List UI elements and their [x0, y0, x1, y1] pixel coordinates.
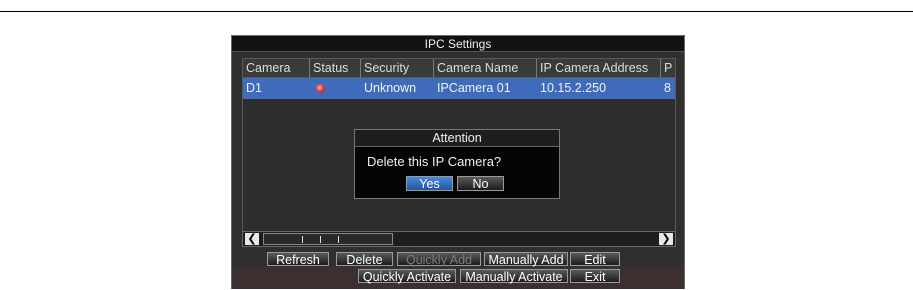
- cell-camera-name: IPCamera 01: [437, 81, 511, 95]
- window-title: IPC Settings: [232, 36, 684, 52]
- status-offline-icon: [316, 84, 325, 93]
- grip-line: [302, 236, 303, 243]
- cell-status: [310, 78, 361, 99]
- delete-button[interactable]: Delete: [336, 252, 393, 267]
- yes-button[interactable]: Yes: [406, 176, 453, 191]
- table-header: Camera Status Security Camera Name IP Ca…: [243, 59, 675, 78]
- column-header-security[interactable]: Security: [361, 59, 434, 78]
- column-header-ip-address[interactable]: IP Camera Address: [537, 59, 661, 78]
- edit-button[interactable]: Edit: [570, 252, 620, 267]
- ipc-settings-window: IPC Settings Camera Status Security Came…: [231, 35, 685, 289]
- cell-security: Unknown: [364, 81, 417, 95]
- quickly-add-button[interactable]: Quickly Add: [397, 252, 481, 267]
- grip-line: [338, 236, 339, 243]
- dialog-message: Delete this IP Camera?: [367, 154, 502, 169]
- horizontal-scrollbar[interactable]: ❮ ❯: [242, 231, 676, 247]
- grip-line: [320, 236, 321, 243]
- column-header-port[interactable]: P: [661, 59, 675, 78]
- cell-port: 8: [664, 81, 671, 95]
- cell-ip-address: 10.15.2.250: [540, 81, 607, 95]
- column-header-camera[interactable]: Camera: [243, 59, 310, 78]
- refresh-button[interactable]: Refresh: [267, 252, 329, 267]
- column-header-camera-name[interactable]: Camera Name: [434, 59, 537, 78]
- quickly-activate-button[interactable]: Quickly Activate: [358, 269, 456, 284]
- chevron-right-icon[interactable]: ❯: [659, 233, 673, 245]
- no-button[interactable]: No: [457, 176, 504, 191]
- cell-camera: D1: [246, 81, 262, 95]
- manually-activate-button[interactable]: Manually Activate: [460, 269, 568, 284]
- column-header-status[interactable]: Status: [310, 59, 361, 78]
- scrollbar-thumb[interactable]: [263, 233, 393, 245]
- manually-add-button[interactable]: Manually Add: [484, 252, 568, 267]
- dialog-title: Attention: [355, 130, 559, 147]
- exit-button[interactable]: Exit: [570, 269, 620, 284]
- page-top-rule: [0, 11, 913, 12]
- chevron-left-icon[interactable]: ❮: [245, 233, 259, 245]
- attention-dialog: Attention Delete this IP Camera? Yes No: [354, 129, 560, 199]
- table-row[interactable]: D1 Unknown IPCamera 01 10.15.2.250 8: [243, 78, 675, 99]
